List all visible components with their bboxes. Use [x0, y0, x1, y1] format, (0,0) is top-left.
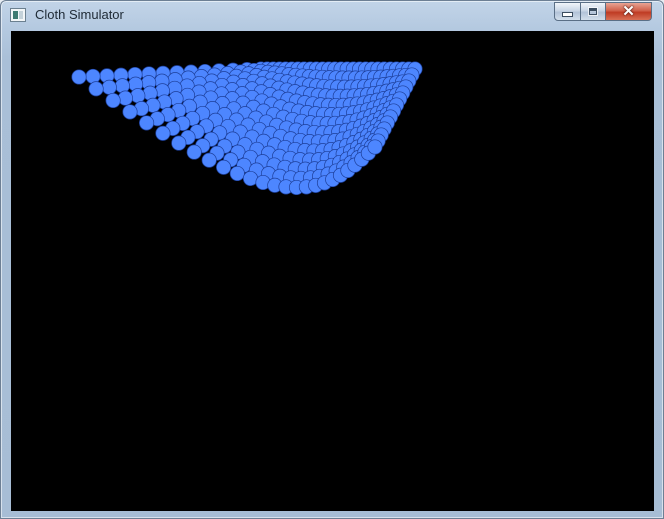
cloth-particle [201, 152, 217, 168]
cloth-particle [88, 81, 104, 97]
app-window-icon[interactable] [10, 8, 26, 22]
title-bar[interactable]: Cloth Simulator ✕ [1, 1, 663, 29]
cloth-render [71, 61, 423, 196]
close-button[interactable]: ✕ [605, 2, 652, 21]
window-title: Cloth Simulator [35, 7, 124, 22]
app-window: Cloth Simulator ✕ [0, 0, 664, 519]
render-canvas[interactable] [11, 31, 654, 511]
cloth-particle [105, 92, 121, 109]
cloth-particle [367, 139, 383, 155]
cloth-particle [155, 125, 171, 141]
cloth-particle [101, 79, 117, 95]
maximize-icon [589, 8, 597, 15]
cloth-particle [139, 115, 155, 131]
cloth-particle [117, 90, 133, 106]
cloth-particle [122, 104, 138, 120]
maximize-button[interactable] [580, 2, 606, 21]
cloth-particle [130, 88, 146, 104]
minimize-icon [562, 12, 573, 17]
cloth-particle [85, 68, 101, 84]
cloth-particle [71, 69, 87, 85]
close-icon: ✕ [622, 3, 635, 20]
cloth-particle [216, 159, 232, 175]
cloth-particle [229, 165, 245, 182]
minimize-button[interactable] [554, 2, 581, 21]
cloth-particle [186, 144, 202, 160]
cloth-mesh [71, 61, 423, 196]
cloth-particle [171, 135, 187, 151]
